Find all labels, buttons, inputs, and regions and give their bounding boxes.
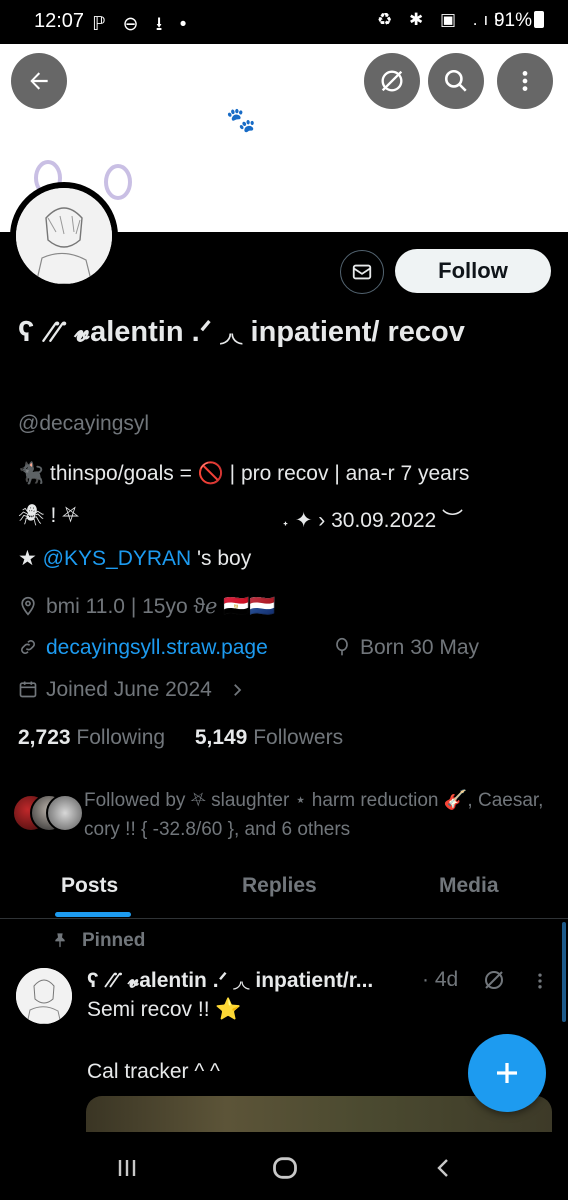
chevron-right-icon (233, 684, 241, 696)
followed-by-text[interactable]: Followed by ⛧ slaughter ⋆ harm reduction… (84, 786, 554, 844)
birthday-row: Born 30 May (332, 636, 479, 660)
tab-posts[interactable]: Posts (61, 874, 118, 898)
status-left-icons: ℙ ⊖ ⭳ • (92, 14, 193, 35)
joined-row[interactable]: Joined June 2024 (18, 678, 254, 702)
back-nav-button[interactable] (414, 1148, 474, 1188)
location-pin-icon (21, 596, 35, 616)
bio-line-3: ★ @KYS_DYRAN 's boy (18, 547, 252, 570)
pin-icon (55, 933, 65, 948)
website-link[interactable]: decayingsyll.straw.page (46, 636, 268, 659)
recent-apps-icon (118, 1160, 136, 1176)
balloon-icon (336, 637, 348, 656)
profile-tabs: Posts Replies Media (0, 862, 568, 919)
profile-avatar[interactable] (10, 182, 118, 290)
back-chevron-icon (437, 1159, 448, 1177)
post-timestamp: · 4d (422, 968, 459, 991)
post-author-name[interactable]: ʕ ⳼ 𝓿alentin .ᐟ ◞◟ inpatient/r... (87, 968, 373, 993)
grok-icon (381, 70, 403, 92)
post-more-button[interactable] (530, 970, 550, 997)
more-options-button[interactable] (497, 53, 553, 109)
followed-by-avatars[interactable] (12, 794, 84, 832)
pinned-label: Pinned (52, 930, 145, 952)
message-button[interactable] (340, 250, 384, 294)
more-vertical-icon (522, 71, 528, 91)
profile-handle: @decayingsyl (18, 412, 150, 435)
search-button[interactable] (428, 53, 484, 109)
follow-button[interactable]: Follow (395, 249, 551, 293)
status-right-icons: ♻ ✱ ▣ .ıl (377, 10, 504, 29)
follow-counts: 2,723 Following 5,149 Followers (18, 726, 343, 750)
post-author-avatar[interactable] (16, 968, 72, 1024)
envelope-icon (352, 264, 372, 280)
bio-line-2-right: ˖ ✦ › 30.09.2022 ︶ (282, 509, 464, 532)
back-arrow-icon (30, 72, 48, 90)
mention-link[interactable]: @KYS_DYRAN (43, 547, 192, 570)
back-button[interactable] (11, 53, 67, 109)
post-text-line-1: Semi recov !! ⭐ (87, 998, 242, 1021)
home-icon (273, 1157, 297, 1179)
compose-button[interactable] (468, 1034, 546, 1112)
system-nav-bar (0, 1132, 568, 1200)
post-grok-button[interactable] (482, 968, 506, 997)
avatar (46, 794, 84, 832)
location-row: bmi 11.0 | 15yo ϑℯ 🇪🇬🇳🇱 (18, 594, 276, 619)
active-tab-indicator (55, 912, 131, 917)
display-name: ʕ ⳼ 𝓿alentin .ᐟ ◞◟ inpatient/ recov (18, 316, 465, 348)
scroll-indicator (562, 922, 566, 1022)
more-vertical-icon (538, 973, 542, 989)
website-row[interactable]: decayingsyll.straw.page (18, 636, 268, 660)
post-text-line-2: Cal tracker ^ ^ (87, 1060, 220, 1083)
battery-indicator: 91% (494, 10, 544, 32)
recent-apps-button[interactable] (97, 1148, 157, 1188)
home-button[interactable] (255, 1148, 315, 1188)
avatar-image (16, 188, 112, 284)
status-time: 12:07 (34, 10, 85, 32)
plus-icon (497, 1063, 517, 1083)
calendar-icon (19, 681, 37, 698)
tab-replies[interactable]: Replies (242, 874, 317, 898)
status-bar: 12:07 ℙ ⊖ ⭳ • ♻ ✱ ▣ .ıl 91% (0, 0, 568, 44)
tab-media[interactable]: Media (439, 874, 499, 898)
paw-print-icon: 🐾 (226, 107, 264, 134)
grok-icon (485, 971, 503, 989)
search-icon (444, 69, 467, 92)
battery-icon (534, 11, 544, 28)
grok-button[interactable] (364, 53, 420, 109)
bio-line-2-left: 🕷 ! ⛧ (18, 504, 79, 527)
bio-line-1: 🐈‍⬛ thinspo/goals = 🚫 | pro recov | ana-… (18, 462, 470, 485)
link-icon (21, 640, 35, 654)
followers-link[interactable]: 5,149 Followers (195, 726, 343, 749)
following-link[interactable]: 2,723 Following (18, 726, 165, 749)
